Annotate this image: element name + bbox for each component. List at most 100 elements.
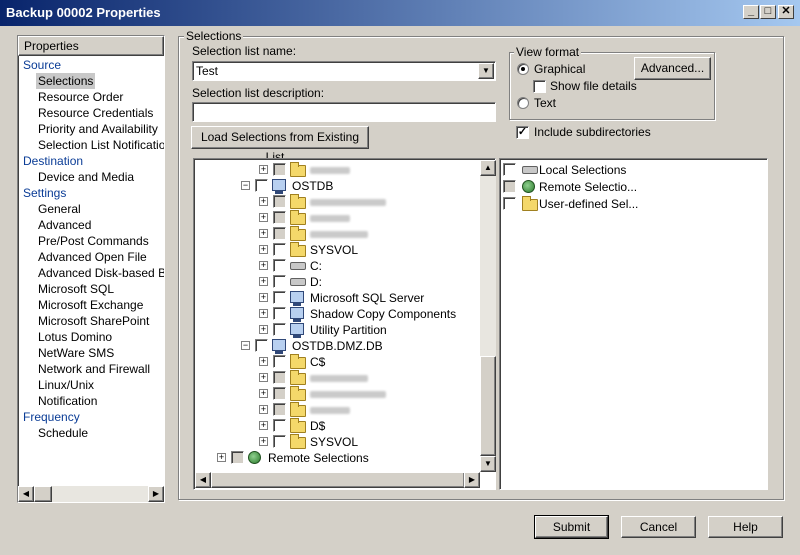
submit-button[interactable]: Submit [534,515,609,539]
expand-icon[interactable]: + [259,245,268,254]
tree-row[interactable]: + SYSVOL [195,434,479,450]
expand-icon[interactable]: + [259,197,268,206]
cancel-button[interactable]: Cancel [621,516,696,538]
graphical-radio[interactable] [517,63,529,75]
tree-hscroll-thumb[interactable] [211,472,465,488]
expand-icon[interactable]: + [259,165,268,174]
list-item-checkbox[interactable] [503,163,516,176]
nav-item-microsoft-sharepoint[interactable]: Microsoft SharePoint [38,313,149,329]
scroll-left-icon[interactable]: ◀ [18,486,34,502]
advanced-button[interactable]: Advanced... [634,57,711,80]
chevron-down-icon[interactable]: ▼ [478,63,494,79]
expand-icon[interactable]: + [259,277,268,286]
selection-list-description-field[interactable] [192,102,496,122]
tree-row[interactable]: + Utility Partition [195,322,479,338]
tree-row-checkbox[interactable] [273,355,286,368]
nav-item-microsoft-sql[interactable]: Microsoft SQL [38,281,114,297]
tree-row-checkbox[interactable] [273,227,286,240]
tree-row-checkbox[interactable] [273,195,286,208]
scroll-left-icon[interactable]: ◀ [195,472,211,488]
list-item-checkbox[interactable] [503,197,516,210]
nav-horizontal-scrollbar[interactable]: ◀ ▶ [18,486,164,502]
nav-item-advanced[interactable]: Advanced [38,217,91,233]
collapse-icon[interactable]: − [241,181,250,190]
nav-item-general[interactable]: General [38,201,81,217]
maximize-button[interactable]: □ [760,5,776,19]
tree-row-checkbox[interactable] [273,163,286,176]
expand-icon[interactable]: + [259,213,268,222]
tree-horizontal-scrollbar[interactable]: ◀ ▶ [195,472,480,488]
expand-icon[interactable]: + [259,261,268,270]
tree-row-checkbox[interactable] [273,419,286,432]
show-file-details-checkbox[interactable] [533,80,546,93]
tree-row[interactable]: − OSTDB.DMZ.DB [195,338,479,354]
nav-item-destination[interactable]: Destination [23,153,83,169]
tree-row-checkbox[interactable] [273,211,286,224]
expand-icon[interactable]: + [259,293,268,302]
expand-icon[interactable]: + [259,309,268,318]
tree-vertical-scrollbar[interactable]: ▲ ▼ [480,160,496,472]
close-button[interactable]: ✕ [778,5,794,19]
tree-row-checkbox[interactable] [273,275,286,288]
tree-row-checkbox[interactable] [231,451,244,464]
nav-item-settings[interactable]: Settings [23,185,66,201]
tree-row[interactable]: + D$ [195,418,479,434]
text-radio[interactable] [517,97,529,109]
nav-item-notification[interactable]: Notification [38,393,97,409]
tree-row[interactable]: − OSTDB [195,178,479,194]
nav-item-resource-credentials[interactable]: Resource Credentials [38,105,153,121]
expand-icon[interactable]: + [259,405,268,414]
nav-item-frequency[interactable]: Frequency [23,409,80,425]
expand-icon[interactable]: + [259,421,268,430]
tree-row[interactable]: + [195,402,479,418]
tree-row-checkbox[interactable] [273,403,286,416]
tree-row[interactable]: + [195,226,479,242]
list-item-checkbox[interactable] [503,180,516,193]
list-item[interactable]: User-defined Sel... [501,196,761,212]
nav-item-priority-and-availability[interactable]: Priority and Availability [38,121,158,137]
expand-icon[interactable]: + [259,229,268,238]
tree-row-checkbox[interactable] [273,371,286,384]
scroll-up-icon[interactable]: ▲ [480,160,496,176]
include-subdirectories-checkbox[interactable]: ✓ [516,126,529,139]
nav-item-netware-sms[interactable]: NetWare SMS [38,345,114,361]
nav-item-selections[interactable]: Selections [36,73,96,89]
tree-scroll-thumb[interactable] [480,356,496,456]
tree-row-checkbox[interactable] [273,259,286,272]
tree-row[interactable]: + D: [195,274,479,290]
tree-row[interactable]: + Shadow Copy Components [195,306,479,322]
tree-row-checkbox[interactable] [255,179,268,192]
expand-icon[interactable]: + [259,437,268,446]
expand-icon[interactable]: + [259,389,268,398]
nav-item-advanced-disk-based-bac[interactable]: Advanced Disk-based Bac [38,265,164,281]
tree-row[interactable]: + [195,194,479,210]
load-selections-button[interactable]: Load Selections from Existing List... [191,126,369,164]
expand-icon[interactable]: + [259,325,268,334]
minimize-button[interactable]: _ [743,5,759,19]
tree-row-checkbox[interactable] [273,323,286,336]
scroll-right-icon[interactable]: ▶ [148,486,164,502]
expand-icon[interactable]: + [259,357,268,366]
tree-row[interactable]: + [195,370,479,386]
nav-item-resource-order[interactable]: Resource Order [38,89,123,105]
tree-row-checkbox[interactable] [255,339,268,352]
nav-item-device-and-media[interactable]: Device and Media [38,169,134,185]
nav-item-pre-post-commands[interactable]: Pre/Post Commands [38,233,149,249]
selection-list-name-combobox[interactable]: Test ▼ [192,61,496,81]
tree-row-checkbox[interactable] [273,243,286,256]
tree-row[interactable]: + SYSVOL [195,242,479,258]
collapse-icon[interactable]: − [241,341,250,350]
tree-row[interactable]: + [195,386,479,402]
tree-row[interactable]: + Remote Selections [195,450,479,466]
tree-row[interactable]: + Microsoft SQL Server [195,290,479,306]
scroll-down-icon[interactable]: ▼ [480,456,496,472]
tree-row[interactable]: + [195,162,479,178]
expand-icon[interactable]: + [217,453,226,462]
nav-item-network-and-firewall[interactable]: Network and Firewall [38,361,150,377]
tree-row[interactable]: + C$ [195,354,479,370]
nav-item-schedule[interactable]: Schedule [38,425,88,441]
scroll-thumb[interactable] [34,486,52,502]
expand-icon[interactable]: + [259,373,268,382]
list-item[interactable]: Local Selections [501,162,761,178]
tree-row-checkbox[interactable] [273,387,286,400]
